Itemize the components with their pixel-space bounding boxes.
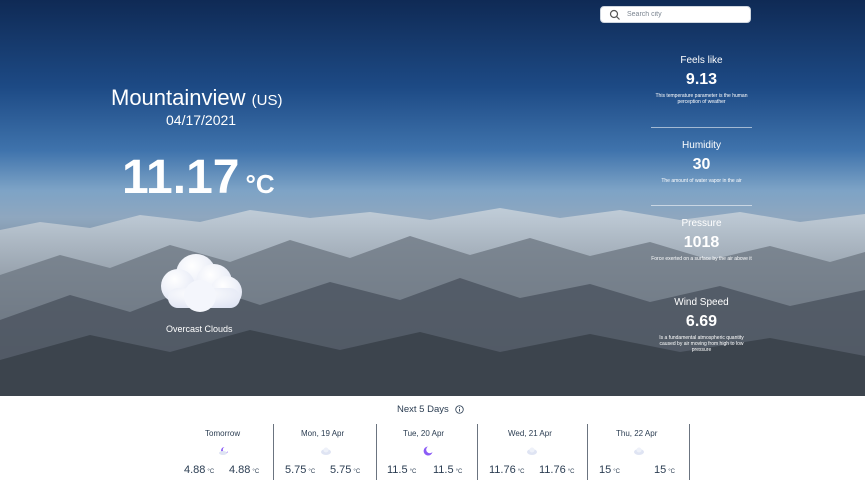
day-name: Thu, 22 Apr xyxy=(616,429,658,438)
search-input[interactable] xyxy=(625,10,744,19)
forecast-title: Next 5 Days xyxy=(397,404,449,415)
hero-background: Mountainview (US) 04/17/2021 11.17°C Ove… xyxy=(0,0,865,396)
card-description: This temperature parameter is the human … xyxy=(655,93,748,105)
partly-cloudy-icon xyxy=(219,447,228,455)
min-temp: 15 °C xyxy=(599,464,620,476)
info-icon[interactable] xyxy=(455,405,464,414)
card-title: Pressure xyxy=(681,218,722,229)
max-temp: 11.76 °C xyxy=(539,464,575,476)
current-date: 04/17/2021 xyxy=(166,112,237,128)
forecast-day: Mon, 19 Apr 5.75 °C 5.75 °C xyxy=(282,424,374,482)
card-title: Humidity xyxy=(682,140,721,151)
forecast-day: Tue, 20 Apr 11.5 °C 11.5 °C xyxy=(385,424,477,482)
day-name: Wed, 21 Apr xyxy=(508,429,552,438)
search-icon xyxy=(609,9,620,20)
moon-icon xyxy=(423,446,433,456)
temperature-unit: °C xyxy=(245,169,275,199)
day-name: Tomorrow xyxy=(205,429,241,438)
max-temp: 15 °C xyxy=(654,464,675,476)
forecast-header: Next 5 Days xyxy=(397,404,464,415)
city-name: Mountainview xyxy=(111,85,246,110)
min-temp: 11.5 °C xyxy=(387,464,417,476)
divider xyxy=(651,127,752,128)
feels-like-card: Feels like 9.13 This temperature paramet… xyxy=(651,55,752,105)
day-separator xyxy=(689,424,690,480)
card-value: 6.69 xyxy=(685,313,718,330)
forecast-section: Next 5 Days Tomorrow 4.88 °C 4.88 °C Mon, … xyxy=(0,396,865,495)
humidity-card: Humidity 30 The amount of water vapor in… xyxy=(651,140,752,184)
pressure-card: Pressure 1018 Force exerted on a surface… xyxy=(651,218,752,262)
search-box[interactable] xyxy=(600,6,751,23)
cloud-icon xyxy=(527,447,537,455)
max-temp: 5.75 °C xyxy=(330,464,361,476)
day-separator xyxy=(587,424,588,480)
forecast-day: Thu, 22 Apr 15 °C 15 °C xyxy=(597,424,689,482)
wind-speed-card: Wind Speed 6.69 Is a fundamental atmosph… xyxy=(651,297,752,353)
country-code: (US) xyxy=(251,92,283,109)
card-description: Force exerted on a surface by the air ab… xyxy=(651,256,752,262)
forecast-day: Wed, 21 Apr 11.76 °C 11.76 °C xyxy=(486,424,586,482)
temperature-value: 11.17 xyxy=(122,151,240,204)
card-value: 30 xyxy=(692,156,711,173)
card-description: Is a fundamental atmospheric quantity ca… xyxy=(659,335,744,353)
divider xyxy=(651,205,752,206)
min-temp: 4.88 °C xyxy=(184,464,215,476)
card-value: 1018 xyxy=(683,234,720,251)
forecast-day: Tomorrow 4.88 °C 4.88 °C xyxy=(180,424,272,482)
max-temp: 11.5 °C xyxy=(433,464,463,476)
day-separator xyxy=(376,424,377,480)
max-temp: 4.88 °C xyxy=(229,464,260,476)
min-temp: 11.76 °C xyxy=(489,464,525,476)
day-separator xyxy=(477,424,478,480)
day-name: Mon, 19 Apr xyxy=(301,429,345,438)
city-heading: Mountainview (US) xyxy=(111,85,282,111)
current-temperature: 11.17 °C xyxy=(122,150,275,205)
cloud-icon xyxy=(321,447,331,455)
min-temp: 5.75 °C xyxy=(285,464,316,476)
condition-label: Overcast Clouds xyxy=(166,324,233,334)
cloud-icon xyxy=(161,254,242,312)
day-name: Tue, 20 Apr xyxy=(403,429,445,438)
card-description: The amount of water vapor in the air xyxy=(661,178,742,184)
card-title: Wind Speed xyxy=(674,297,729,308)
card-value: 9.13 xyxy=(685,71,718,88)
card-title: Feels like xyxy=(680,55,723,66)
day-separator xyxy=(273,424,274,480)
cloud-icon xyxy=(634,447,644,455)
